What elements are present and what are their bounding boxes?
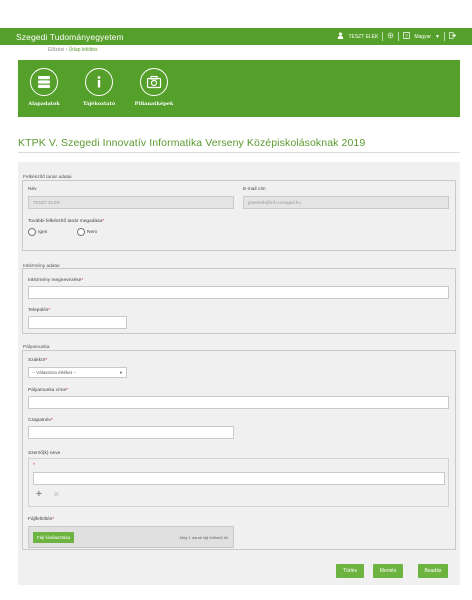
name-label: Név: [28, 187, 37, 192]
radio-circle[interactable]: [77, 228, 85, 236]
institution-name-label: Intézmény megnevezése*: [28, 278, 83, 283]
nav-band: Alapadatok Tájékoztató Pillanatképek: [18, 60, 460, 117]
radio-circle[interactable]: [28, 228, 36, 236]
chevron-down-icon[interactable]: ▼: [435, 34, 440, 40]
nav-tile-label: Alapadatok: [28, 101, 60, 107]
nav-tile-label: Tájékoztató: [82, 101, 116, 107]
divider: [18, 152, 460, 153]
nav-tile-alapadatok[interactable]: Alapadatok: [23, 68, 65, 107]
user-icon[interactable]: [337, 32, 344, 41]
institution-name-label-text: Intézmény megnevezése: [28, 278, 82, 283]
project-panel: [22, 350, 456, 550]
name-field: TESZT ELEK: [28, 196, 234, 209]
add-author-icon[interactable]: +: [36, 489, 42, 500]
divider: [382, 32, 384, 41]
divider: [398, 32, 400, 41]
required-mark: *: [81, 278, 84, 283]
nav-tile-pillanatkepek[interactable]: Pillanatképek: [133, 68, 175, 107]
institution-name-input[interactable]: [28, 286, 449, 299]
project-section-title: Pályamunka: [23, 345, 50, 350]
files-label: Fájlfeltöltés*: [28, 517, 54, 522]
svg-text:?: ?: [405, 33, 408, 39]
more-teacher-label: További felkészítő tanár megadása*: [28, 219, 104, 224]
file-note: Még 1 darab fájl tölthető fel.: [179, 535, 229, 540]
file-upload-box: Fájl kiválasztása Még 1 darab fájl tölth…: [28, 526, 234, 548]
required-mark: *: [33, 463, 35, 468]
radio-yes[interactable]: Igen: [28, 228, 47, 236]
required-mark: *: [45, 358, 48, 363]
radio-no-label: Nem: [87, 229, 98, 235]
work-title-label-text: Pályamunka címe: [28, 388, 67, 393]
file-select-button[interactable]: Fájl kiválasztása: [33, 532, 75, 543]
brand-name: Szegedi Tudományegyetem: [16, 31, 124, 42]
category-label-text: Szakkör: [28, 358, 46, 363]
email-label: E-mail cím: [243, 187, 266, 192]
required-mark: *: [66, 388, 68, 393]
required-mark: *: [52, 517, 55, 522]
top-bar: Szegedi Tudományegyetem TESZT ELEK ? Mag…: [0, 28, 472, 45]
files-label-text: Fájlfeltöltés: [28, 517, 53, 522]
info-icon: [85, 68, 113, 96]
logout-icon[interactable]: [449, 32, 457, 41]
divider: [444, 32, 445, 41]
institution-section-title: Intézmény adatai: [23, 264, 60, 269]
chevron-down-icon: ▼: [119, 370, 123, 375]
gear-icon[interactable]: [387, 32, 394, 41]
category-select-value: -- Válasszon értéket --: [32, 370, 77, 375]
radio-no[interactable]: Nem: [77, 228, 97, 236]
breadcrumb: Előzési › Űrlap kitöltés: [48, 47, 97, 53]
category-select[interactable]: -- Válasszon értéket -- ▼: [28, 367, 127, 378]
team-label: Csapatnév*: [28, 418, 53, 423]
language-select[interactable]: Magyar: [414, 34, 431, 40]
work-title-label: Pályamunka címe*: [28, 388, 68, 393]
page-title: KTPK V. Szegedi Innovatív Informatika Ve…: [18, 137, 366, 149]
user-area: TESZT ELEK ? Magyar ▼: [337, 32, 457, 41]
database-icon: [30, 68, 58, 96]
required-mark: *: [102, 219, 105, 224]
breadcrumb-current: Űrlap kitöltés: [68, 47, 98, 53]
breadcrumb-separator: ›: [65, 47, 68, 53]
breadcrumb-home[interactable]: Előzési: [48, 47, 64, 53]
teacher-panel: [22, 180, 456, 251]
city-input[interactable]: [28, 316, 127, 329]
required-mark: *: [48, 308, 51, 313]
city-label: Település*: [28, 308, 50, 313]
teacher-section-title: Felkészítő tanár adatai: [23, 175, 72, 180]
help-icon[interactable]: ?: [403, 32, 411, 41]
required-mark: *: [50, 418, 53, 423]
team-input[interactable]: [28, 426, 234, 439]
nav-tile-label: Pillanatképek: [134, 101, 174, 107]
author-input[interactable]: [33, 472, 445, 485]
team-label-text: Csapatnév: [28, 418, 51, 423]
more-teacher-label-text: További felkészítő tanár megadása: [28, 219, 103, 224]
user-name[interactable]: TESZT ELEK: [348, 34, 378, 40]
submit-button[interactable]: Beadás: [418, 564, 448, 578]
category-label: Szakkör*: [28, 358, 47, 363]
delete-button[interactable]: Törlés: [336, 564, 364, 578]
remove-author-icon[interactable]: ✕: [53, 490, 60, 499]
authors-label: Szerző(k) neve: [28, 451, 61, 456]
city-label-text: Település: [28, 308, 49, 313]
radio-yes-label: Igen: [38, 229, 48, 235]
work-title-input[interactable]: [28, 396, 449, 409]
camera-icon: [140, 68, 168, 96]
nav-tile-tajekoztato[interactable]: Tájékoztató: [78, 68, 120, 107]
save-button[interactable]: Mentés: [373, 564, 403, 578]
email-field: gnemeth@inf.u-szeged.hu: [243, 196, 449, 209]
